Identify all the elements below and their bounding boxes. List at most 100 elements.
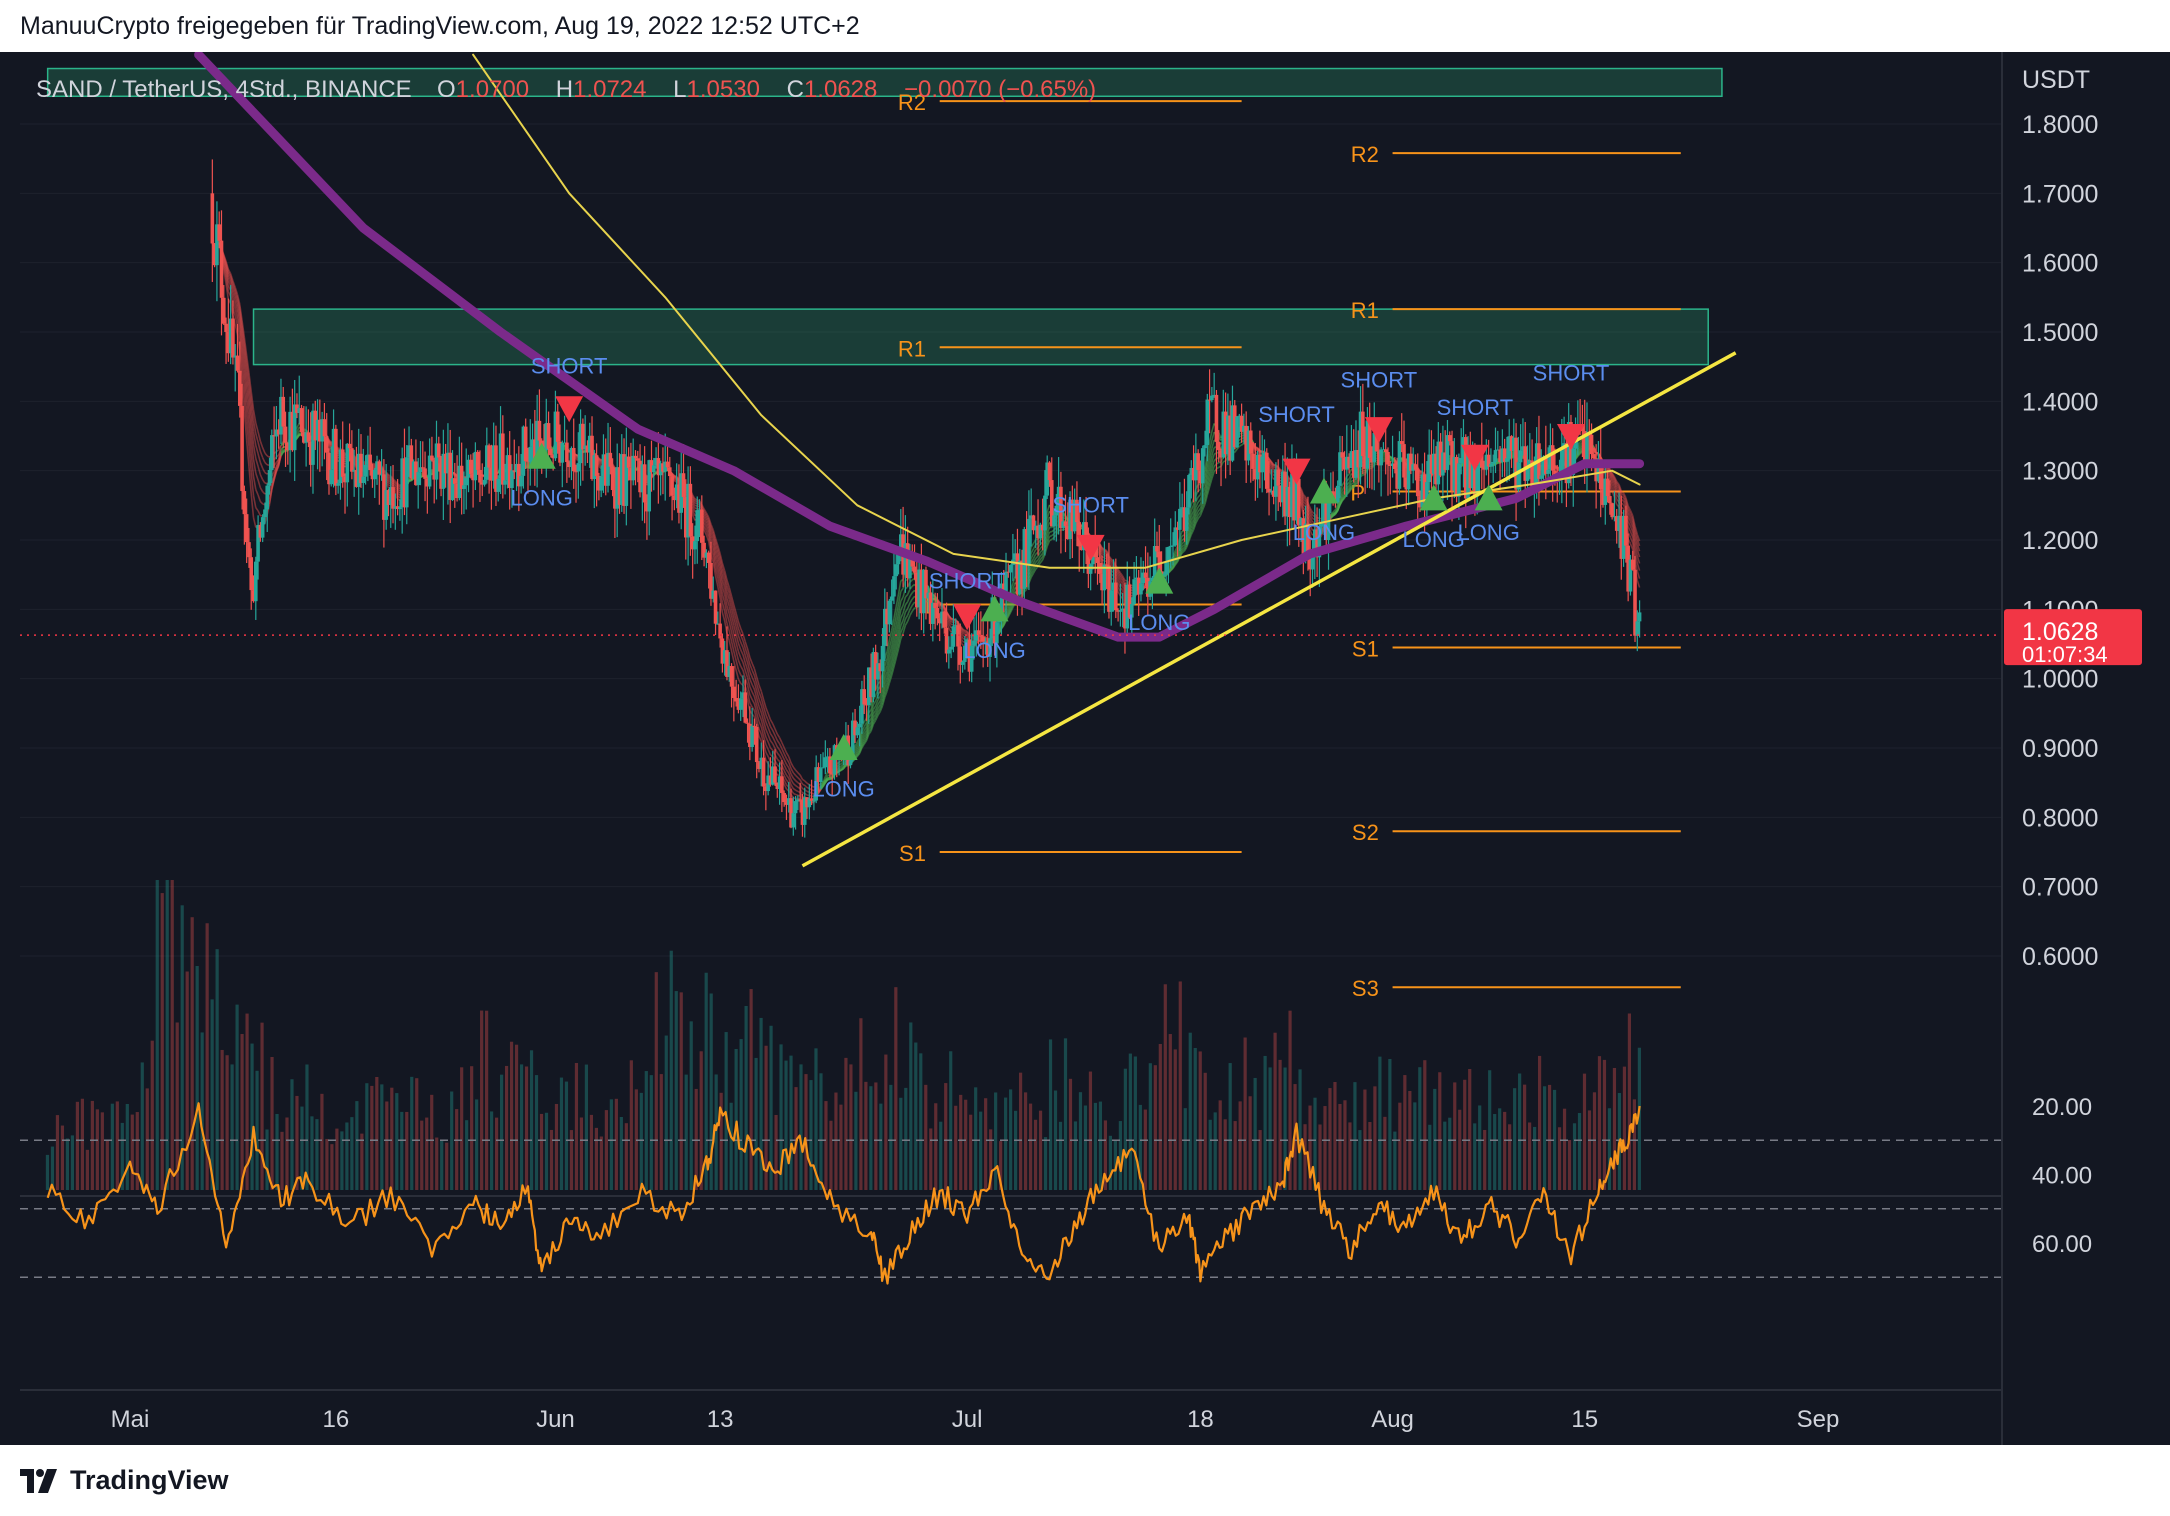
volume-bar xyxy=(330,1144,334,1190)
volume-bar xyxy=(1438,1072,1442,1190)
volume-bar xyxy=(290,1079,294,1190)
volume-bar xyxy=(65,1138,70,1190)
volume-bar xyxy=(445,1142,449,1190)
volume-bar xyxy=(1009,1089,1013,1190)
volume-bar xyxy=(1228,1063,1232,1190)
volume-bar xyxy=(1542,1086,1547,1190)
volume-bar xyxy=(185,971,189,1190)
pivot-label: S1 xyxy=(899,841,926,866)
volume-bar xyxy=(789,1055,793,1190)
volume-bar xyxy=(619,1116,623,1190)
volume-bar xyxy=(564,1081,569,1190)
volume-bar xyxy=(1518,1073,1522,1190)
volume-bar xyxy=(50,1146,55,1190)
volume-bar xyxy=(949,1051,953,1190)
volume-bar xyxy=(390,1087,394,1190)
volume-bar xyxy=(415,1078,419,1190)
volume-bar xyxy=(804,1074,808,1190)
volume-bar xyxy=(584,1064,589,1190)
volume-bar xyxy=(305,1064,309,1190)
volume-bar xyxy=(1078,1092,1083,1190)
volume-bar xyxy=(350,1117,354,1190)
volume-bar xyxy=(899,1097,903,1190)
volume-bar xyxy=(1483,1129,1487,1190)
volume-bar xyxy=(1388,1058,1392,1190)
volume-bar xyxy=(475,1099,479,1190)
volume-bar xyxy=(1013,1110,1018,1190)
pivot-label: S3 xyxy=(1352,976,1379,1001)
volume-bar xyxy=(569,1130,574,1190)
volume-bar xyxy=(325,1138,329,1190)
volume-bar xyxy=(335,1128,339,1190)
volume-bar xyxy=(969,1114,973,1190)
volume-bar xyxy=(1223,1119,1227,1190)
volume-bar xyxy=(1562,1108,1567,1190)
volume-bar xyxy=(884,1054,888,1190)
volume-bar xyxy=(1577,1113,1582,1190)
volume-bar xyxy=(315,1119,319,1190)
volume-bar xyxy=(534,1075,539,1190)
volume-bar xyxy=(959,1094,963,1190)
volume-bar xyxy=(440,1140,444,1190)
ema-ribbon-segment xyxy=(792,792,796,796)
volume-bar xyxy=(435,1137,439,1190)
volume-bar xyxy=(200,1032,204,1190)
volume-bar xyxy=(1263,1055,1267,1190)
volume-bar xyxy=(574,1063,579,1190)
volume-bar xyxy=(1193,1047,1197,1190)
volume-bar xyxy=(624,1123,628,1190)
volume-bar xyxy=(1093,1102,1098,1190)
volume-bar xyxy=(485,1010,489,1190)
volume-bar xyxy=(140,1062,144,1190)
volume-bar xyxy=(849,1064,853,1190)
volume-bar xyxy=(250,1043,254,1190)
volume-bar xyxy=(844,1057,848,1190)
volume-bar xyxy=(649,1075,653,1190)
volume-bar xyxy=(1443,1121,1447,1190)
volume-bar xyxy=(1338,1103,1342,1190)
ema-ribbon-segment xyxy=(1049,534,1053,538)
volume-bar xyxy=(60,1125,65,1190)
volume-bar xyxy=(125,1103,129,1190)
volume-bar xyxy=(1607,1108,1612,1190)
volume-bar xyxy=(1622,1066,1627,1190)
volume-bar xyxy=(1348,1122,1352,1190)
volume-bar xyxy=(45,1154,50,1190)
volume-bar xyxy=(1258,1130,1262,1190)
volume-bar xyxy=(1627,1013,1632,1190)
ema-ribbon-segment xyxy=(802,783,806,787)
volume-bar xyxy=(919,1053,923,1190)
volume-bar xyxy=(215,949,219,1190)
volume-bar xyxy=(1253,1077,1257,1190)
volume-bar xyxy=(1133,1056,1137,1190)
volume-bar xyxy=(824,1101,828,1190)
pivot-label: S1 xyxy=(1352,636,1379,661)
volume-bar xyxy=(1587,1110,1592,1190)
volume-bar xyxy=(400,1111,404,1190)
volume-bar xyxy=(979,1111,983,1190)
volume-bar xyxy=(1058,1121,1063,1190)
volume-bar xyxy=(1468,1069,1472,1190)
volume-bar xyxy=(1378,1056,1382,1190)
volume-bar xyxy=(639,1092,643,1190)
volume-bar xyxy=(370,1085,374,1190)
volume-bar xyxy=(160,893,164,1190)
volume-bar xyxy=(914,1042,918,1190)
volume-bar xyxy=(385,1101,389,1190)
volume-bar xyxy=(549,1129,554,1190)
volume-bar xyxy=(195,965,199,1190)
volume-bar xyxy=(784,1060,788,1190)
volume-bar xyxy=(599,1136,603,1190)
volume-bar xyxy=(295,1095,299,1190)
volume-bar xyxy=(744,1005,748,1190)
volume-bar xyxy=(210,999,214,1190)
tradingview-chart-screenshot: ManuuCrypto freigegeben für TradingView.… xyxy=(0,0,2170,1516)
price-chart[interactable]: R2R1PS1R2R1PS1S2S3 LONGSHORTLONGSHORTLON… xyxy=(0,52,2170,1445)
volume-bar xyxy=(1083,1105,1088,1190)
volume-bar xyxy=(170,880,174,1190)
volume-bar xyxy=(1033,1119,1038,1190)
volume-bar xyxy=(450,1091,454,1190)
volume-bar xyxy=(1048,1039,1053,1190)
volume-bar xyxy=(80,1098,84,1190)
volume-bar xyxy=(465,1120,469,1190)
